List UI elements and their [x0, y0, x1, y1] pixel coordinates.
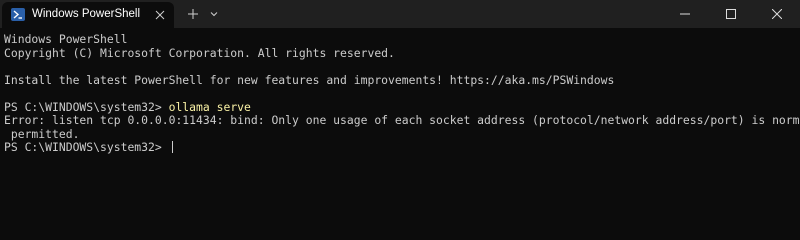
minimize-icon[interactable]: [662, 0, 708, 28]
command-text: ollama serve: [168, 99, 251, 114]
prompt-line[interactable]: PS C:\WINDOWS\system32>: [4, 140, 173, 155]
maximize-icon[interactable]: [708, 0, 754, 28]
close-icon[interactable]: [754, 0, 800, 28]
prompt: PS C:\WINDOWS\system32>: [4, 140, 169, 154]
powershell-icon: [11, 8, 25, 21]
tab-windows-powershell[interactable]: Windows PowerShell: [2, 2, 174, 28]
terminal-output[interactable]: Windows PowerShell Copyright (C) Microso…: [0, 28, 800, 219]
prompt: PS C:\WINDOWS\system32>: [4, 99, 169, 114]
terminal-line: Copyright (C) Microsoft Corporation. All…: [4, 45, 395, 60]
chevron-down-icon[interactable]: [206, 5, 222, 23]
text-cursor: [171, 141, 173, 153]
terminal-window: Windows PowerShell Windows PowerShell Co…: [0, 0, 800, 219]
command-line: PS C:\WINDOWS\system32> ollama serve: [4, 99, 251, 115]
title-bar[interactable]: Windows PowerShell: [0, 0, 800, 28]
close-tab-icon[interactable]: [151, 6, 169, 24]
plus-icon[interactable]: [184, 5, 202, 23]
error-line: permitted.: [4, 126, 80, 141]
error-line: Error: listen tcp 0.0.0.0:11434: bind: O…: [4, 113, 800, 127]
terminal-line: Windows PowerShell: [4, 32, 128, 46]
terminal-line: Install the latest PowerShell for new fe…: [4, 72, 615, 87]
tab-title: Windows PowerShell: [32, 8, 141, 20]
